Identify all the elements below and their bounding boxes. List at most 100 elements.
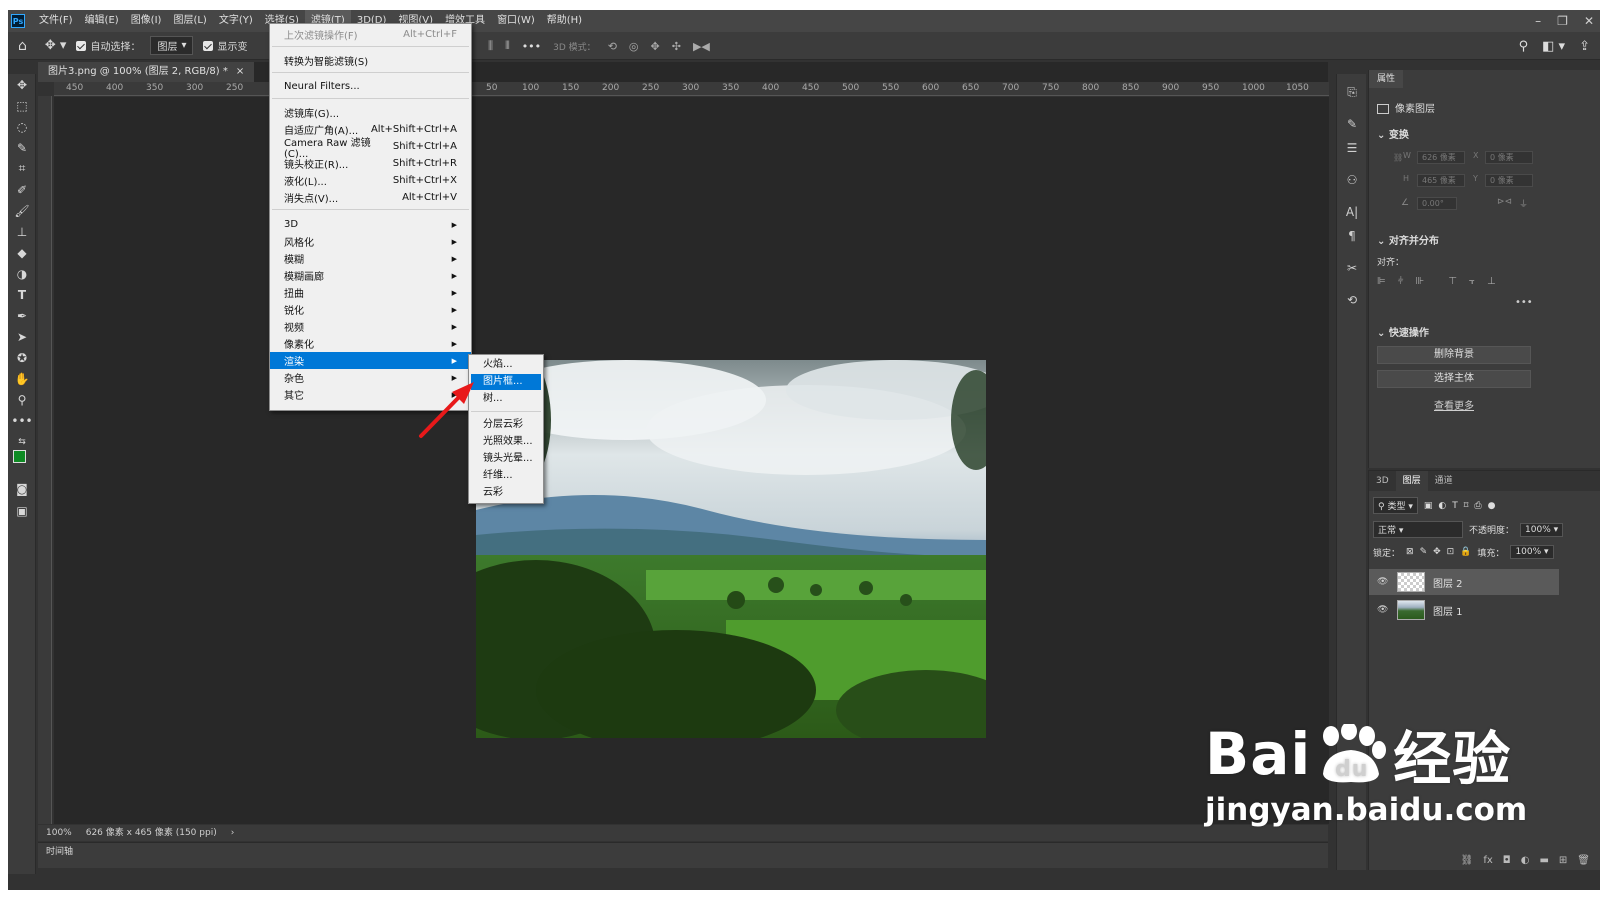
menu-item-3d[interactable]: 3D ▶: [270, 216, 471, 233]
3d-slide-icon[interactable]: ✣: [672, 40, 681, 53]
search-icon[interactable]: ⚲: [1519, 39, 1529, 54]
menu-item-lens-correction[interactable]: 镜头校正(R)... Shift+Ctrl+R: [270, 155, 471, 172]
pen-tool-icon[interactable]: ✒: [8, 305, 36, 326]
restore-icon[interactable]: ❐: [1557, 14, 1568, 28]
menu-item-blur[interactable]: 模糊 ▶: [270, 250, 471, 267]
more-align-icon[interactable]: •••: [1515, 297, 1533, 308]
align-icon[interactable]: ⫼: [488, 39, 493, 53]
brush-settings-icon[interactable]: ✎: [1337, 112, 1367, 136]
link-icon[interactable]: ⛓: [1393, 153, 1403, 162]
close-icon[interactable]: ✕: [1584, 14, 1594, 28]
submenu-item-flame[interactable]: 火焰...: [471, 357, 541, 373]
align-bottom-icon[interactable]: ⊥: [1487, 276, 1496, 287]
menu-item-video[interactable]: 视频 ▶: [270, 318, 471, 335]
type-tool-icon[interactable]: T: [8, 284, 36, 305]
layer-row[interactable]: 👁 图层 1: [1369, 597, 1559, 623]
foreground-color-swatch[interactable]: [13, 450, 26, 463]
filter-toggle-icon[interactable]: ●: [1488, 501, 1496, 511]
marquee-tool-icon[interactable]: ⬚: [8, 95, 36, 116]
menu-item-vanishing-point[interactable]: 消失点(V)... Alt+Ctrl+V: [270, 189, 471, 206]
document-tab[interactable]: 图片3.png @ 100% (图层 2, RGB/8) * ×: [38, 62, 255, 82]
hand-tool-icon[interactable]: ✋: [8, 368, 36, 389]
auto-select-target-dropdown[interactable]: 图层 ▾: [150, 36, 194, 55]
stamp-tool-icon[interactable]: ⊥: [8, 221, 36, 242]
home-icon[interactable]: ⌂: [18, 38, 27, 54]
flip-horizontal-icon[interactable]: ⊳⊲: [1497, 197, 1512, 207]
align-top-icon[interactable]: ⊤: [1448, 276, 1457, 287]
angle-field[interactable]: 0.00°: [1417, 197, 1457, 210]
align-section-header[interactable]: ⌄ 对齐并分布: [1377, 232, 1439, 247]
adjustment-layer-icon[interactable]: ◐: [1521, 855, 1530, 866]
submenu-item-lens-flare[interactable]: 镜头光晕...: [471, 451, 541, 467]
gradient-tool-icon[interactable]: ◑: [8, 263, 36, 284]
menu-item-blur-gallery[interactable]: 模糊画廊 ▶: [270, 267, 471, 284]
brush-tool-icon[interactable]: 🖌: [8, 200, 36, 221]
select-subject-button[interactable]: 选择主体: [1377, 370, 1531, 388]
fill-field[interactable]: 100% ▾: [1510, 545, 1554, 559]
edit-toolbar-icon[interactable]: •••: [8, 410, 36, 431]
transform-section-header[interactable]: ⌄ 变换: [1377, 126, 1409, 141]
3d-camera-icon[interactable]: ▶◀: [693, 40, 710, 53]
menu-layer[interactable]: 图层(L): [167, 10, 212, 32]
delete-layer-icon[interactable]: 🗑: [1577, 855, 1590, 866]
filter-shape-icon[interactable]: ⌑: [1464, 501, 1469, 511]
zoom-level[interactable]: 100%: [46, 825, 72, 841]
align-center-h-icon[interactable]: ⫩: [1398, 276, 1404, 287]
submenu-item-tree[interactable]: 树...: [471, 391, 541, 407]
y-field[interactable]: 0 像素: [1485, 174, 1533, 187]
paragraph-icon[interactable]: ¶: [1337, 224, 1367, 248]
menu-item-filter-gallery[interactable]: 滤镜库(G)...: [270, 104, 471, 121]
menu-item-liquify[interactable]: 液化(L)... Shift+Ctrl+X: [270, 172, 471, 189]
submenu-item-lighting-effects[interactable]: 光照效果...: [471, 434, 541, 450]
menu-item-neural-filters[interactable]: Neural Filters...: [270, 78, 471, 95]
lock-all-icon[interactable]: 🔒: [1460, 547, 1471, 557]
zoom-tool-icon[interactable]: ⚲: [8, 389, 36, 410]
align-left-icon[interactable]: ⊫: [1377, 276, 1386, 287]
menu-item-stylize[interactable]: 风格化 ▶: [270, 233, 471, 250]
actions-icon[interactable]: ⟲: [1337, 288, 1367, 312]
screen-mode-icon[interactable]: ▣: [8, 500, 36, 521]
move-tool-icon[interactable]: ✥ ▾: [45, 38, 67, 53]
close-tab-icon[interactable]: ×: [236, 62, 244, 82]
3d-pan-icon[interactable]: ✥: [651, 40, 660, 53]
lock-transparent-icon[interactable]: ⊠: [1406, 547, 1414, 557]
visibility-eye-icon[interactable]: 👁: [1377, 605, 1389, 615]
quick-mask-icon[interactable]: ◙: [8, 478, 36, 499]
path-select-tool-icon[interactable]: ➤: [8, 326, 36, 347]
fx-icon[interactable]: fx: [1483, 855, 1492, 866]
submenu-item-fibers[interactable]: 纤维...: [471, 468, 541, 484]
properties-tab[interactable]: 属性: [1369, 70, 1404, 88]
canvas-area[interactable]: [54, 97, 1329, 824]
filter-adjust-icon[interactable]: ◐: [1438, 501, 1446, 511]
x-field[interactable]: 0 像素: [1485, 151, 1533, 164]
opacity-field[interactable]: 100% ▾: [1520, 522, 1564, 537]
align-right-icon[interactable]: ⊪: [1415, 276, 1424, 287]
new-group-icon[interactable]: ▬: [1539, 855, 1548, 866]
share-icon[interactable]: ⇪: [1579, 39, 1590, 54]
eraser-tool-icon[interactable]: ◆: [8, 242, 36, 263]
move-tool-icon[interactable]: ✥: [8, 74, 36, 95]
menu-item-convert-smart-filter[interactable]: 转换为智能滤镜(S): [270, 52, 471, 69]
quick-actions-header[interactable]: ⌄ 快速操作: [1377, 324, 1429, 339]
3d-rotate-icon[interactable]: ⟲: [608, 40, 617, 53]
lasso-tool-icon[interactable]: ◌: [8, 116, 36, 137]
flip-vertical-icon[interactable]: ⏚: [1519, 197, 1528, 210]
landscape-photo[interactable]: [476, 360, 986, 738]
visibility-eye-icon[interactable]: 👁: [1377, 577, 1389, 587]
submenu-item-difference-clouds[interactable]: 分层云彩: [471, 417, 541, 433]
auto-select-checkbox[interactable]: 自动选择：: [76, 38, 140, 53]
filter-smart-icon[interactable]: ⎙: [1474, 501, 1481, 511]
remove-background-button[interactable]: 删除背景: [1377, 346, 1531, 364]
adjustments-icon[interactable]: ☰: [1337, 136, 1367, 160]
blend-mode-dropdown[interactable]: 正常 ▾: [1373, 521, 1463, 538]
more-options-icon[interactable]: •••: [522, 40, 541, 53]
minimize-icon[interactable]: –: [1535, 14, 1541, 28]
see-more-link[interactable]: 查看更多: [1377, 397, 1531, 412]
quick-select-tool-icon[interactable]: ✎: [8, 137, 36, 158]
lock-position-icon[interactable]: ✥: [1433, 547, 1441, 557]
height-field[interactable]: 465 像素: [1417, 174, 1465, 187]
new-layer-icon[interactable]: ⊞: [1559, 855, 1567, 866]
menu-window[interactable]: 窗口(W): [491, 10, 541, 32]
menu-item-pixelate[interactable]: 像素化 ▶: [270, 335, 471, 352]
tab-layers[interactable]: 图层: [1395, 471, 1428, 491]
